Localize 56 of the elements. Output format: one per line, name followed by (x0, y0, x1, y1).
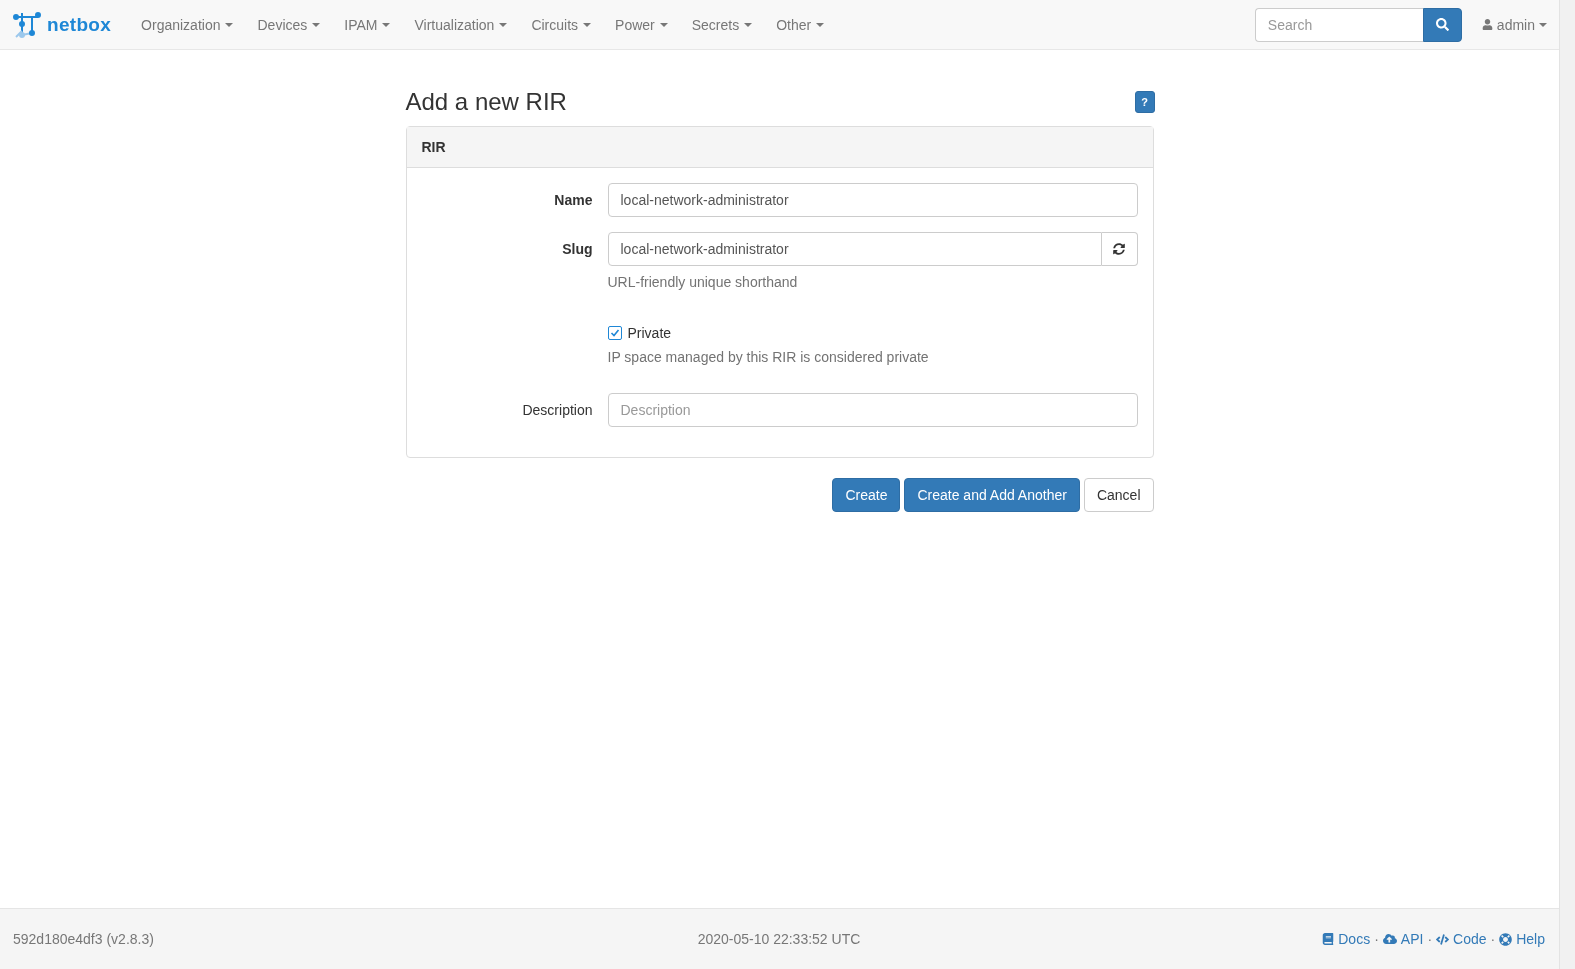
field-label: Slug (561, 240, 593, 259)
checkbox-label: Private (627, 325, 672, 341)
nav-menu[interactable]: Circuits (519, 16, 604, 33)
separator-text: · (1490, 931, 1496, 947)
logo-icon (13, 10, 41, 39)
help-text: URL-friendly unique shorthand (607, 274, 799, 290)
text-field[interactable]: Description (607, 393, 1138, 427)
lifebuoy-icon (1499, 932, 1513, 946)
search-field[interactable]: Search (1254, 7, 1423, 42)
caret-icon (744, 22, 753, 27)
panel-heading: RIR (406, 127, 1153, 168)
field-label: Description (521, 401, 593, 420)
footer-link[interactable]: Docs (1322, 931, 1371, 947)
caret-icon (816, 22, 825, 27)
submit-button[interactable]: Create and Add Another (904, 478, 1080, 512)
nav-menu[interactable]: Organization (129, 16, 246, 33)
caret-icon (312, 22, 321, 27)
code-icon (1436, 932, 1450, 946)
caret-icon (659, 22, 668, 27)
footer-link[interactable]: Help (1499, 931, 1545, 947)
text-field[interactable]: local-network-administrator (607, 232, 1103, 266)
caret-icon (499, 22, 508, 27)
book-icon (1322, 933, 1335, 945)
nav-menu[interactable]: Devices (245, 16, 333, 33)
nav-menu[interactable]: Secrets (679, 16, 765, 33)
help-button[interactable]: ? (1134, 91, 1155, 113)
footer-link[interactable]: Code (1436, 931, 1487, 947)
timestamp-text: 2020-05-10 22:33:52 UTC (697, 931, 861, 947)
caret-icon (583, 22, 592, 27)
submit-button[interactable]: Create (832, 478, 901, 512)
text-field[interactable]: local-network-administrator (607, 183, 1138, 217)
brand-link[interactable]: netbox (13, 10, 112, 39)
page-title: Add a new RIR (405, 88, 567, 116)
help-text: IP space managed by this RIR is considered private (607, 349, 930, 365)
user-menu[interactable]: admin (1481, 16, 1547, 33)
footer-link[interactable]: API (1382, 931, 1424, 947)
search-icon (1435, 18, 1449, 31)
cancel-button[interactable]: Cancel (1083, 478, 1154, 512)
caret-icon (382, 22, 391, 27)
nav-menu[interactable]: Other (764, 16, 837, 33)
search-button[interactable] (1422, 7, 1462, 42)
scrollbar[interactable] (1559, 0, 1575, 969)
version-text: 592d180e4df3 (v2.8.3) (13, 931, 155, 947)
nav-menu[interactable]: Power (603, 16, 680, 33)
checkbox[interactable] (607, 326, 622, 340)
separator-text: · (1374, 931, 1379, 947)
separator-text: · (1427, 931, 1433, 947)
caret-icon (1539, 22, 1547, 27)
regenerate-button[interactable] (1102, 232, 1138, 266)
user-icon (1481, 19, 1493, 30)
nav-menu[interactable]: IPAM (332, 16, 403, 33)
refresh-icon (1113, 243, 1126, 255)
caret-icon (225, 22, 234, 27)
field-label: Name (553, 191, 593, 210)
nav-menu[interactable]: Virtualization (402, 16, 520, 33)
cloud-icon (1382, 932, 1397, 946)
